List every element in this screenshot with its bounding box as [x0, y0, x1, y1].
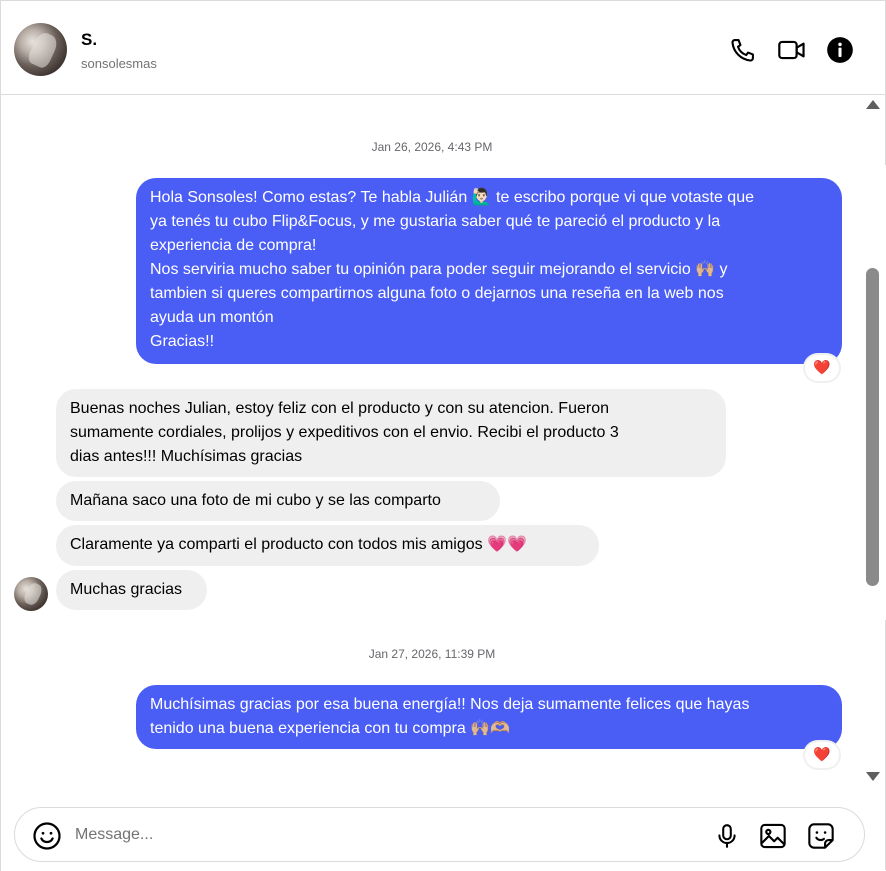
heart-reaction[interactable]: ❤️ [805, 742, 839, 768]
heart-reaction[interactable]: ❤️ [805, 355, 839, 381]
contact-name[interactable]: S. [81, 30, 97, 50]
message-line: Hola Sonsoles! Como estas? Te habla Juli… [150, 189, 754, 206]
contact-username[interactable]: sonsolesmas [81, 56, 157, 71]
message-line: Mañana saco una foto de mi cubo y se las… [70, 492, 441, 509]
message-line: Gracias!! [150, 333, 215, 350]
message-line: tenido una buena experiencia con tu comp… [150, 720, 511, 737]
timestamp: Jan 26, 2026, 4:43 PM [371, 140, 493, 154]
message-input[interactable] [75, 821, 675, 849]
video-camera-icon[interactable] [776, 35, 808, 65]
contact-avatar[interactable] [14, 23, 67, 76]
heart-icon: ❤️ [813, 360, 831, 376]
microphone-icon[interactable] [711, 820, 743, 852]
message-line: experiencia de compra! [150, 237, 317, 254]
message-line: Nos serviria mucho saber tu opinión para… [150, 261, 728, 278]
contact-avatar-small[interactable] [14, 577, 48, 611]
heart-icon: ❤️ [813, 747, 831, 763]
message-composer [14, 807, 865, 862]
message-line: Muchísimas gracias por esa buena energía… [150, 696, 750, 713]
incoming-message[interactable]: Muchas gracias [56, 570, 207, 610]
incoming-message[interactable]: Buenas noches Julian, estoy feliz con el… [56, 389, 726, 477]
timestamp: Jan 27, 2026, 11:39 PM [368, 647, 496, 661]
outgoing-message[interactable]: Hola Sonsoles! Como estas? Te habla Juli… [136, 178, 842, 364]
phone-icon[interactable] [728, 35, 758, 65]
incoming-message[interactable]: Mañana saco una foto de mi cubo y se las… [56, 481, 500, 521]
message-line: sumamente cordiales, prolijos y expediti… [70, 424, 619, 441]
emoji-icon[interactable] [31, 820, 63, 852]
message-line: Muchas gracias [70, 581, 183, 598]
message-line: Buenas noches Julian, estoy feliz con el… [70, 400, 609, 417]
incoming-message[interactable]: Claramente ya comparti el producto con t… [56, 525, 599, 566]
message-line: Claramente ya comparti el producto con t… [70, 536, 527, 553]
info-icon[interactable] [825, 35, 855, 65]
scroll-up-arrow-icon[interactable] [866, 100, 880, 109]
outgoing-message[interactable]: Muchísimas gracias por esa buena energía… [136, 685, 842, 749]
message-line: ya tenés tu cubo Flip&Focus, y me gustar… [150, 213, 721, 230]
message-line: tambien si queres compartirnos alguna fo… [150, 285, 724, 302]
scrollbar-thumb[interactable] [866, 268, 879, 586]
image-icon[interactable] [757, 820, 789, 852]
message-line: ayuda un montón [150, 309, 274, 326]
dm-window: S. sonsolesmas Jan 26, 2026, 4:43 PM Hol… [0, 0, 886, 871]
conversation-header: S. sonsolesmas [1, 0, 886, 95]
message-line: dias antes!!! Muchísimas gracias [70, 448, 303, 465]
scroll-down-arrow-icon[interactable] [866, 772, 880, 781]
scrollbar[interactable] [863, 96, 883, 786]
sticker-icon[interactable] [805, 820, 837, 852]
